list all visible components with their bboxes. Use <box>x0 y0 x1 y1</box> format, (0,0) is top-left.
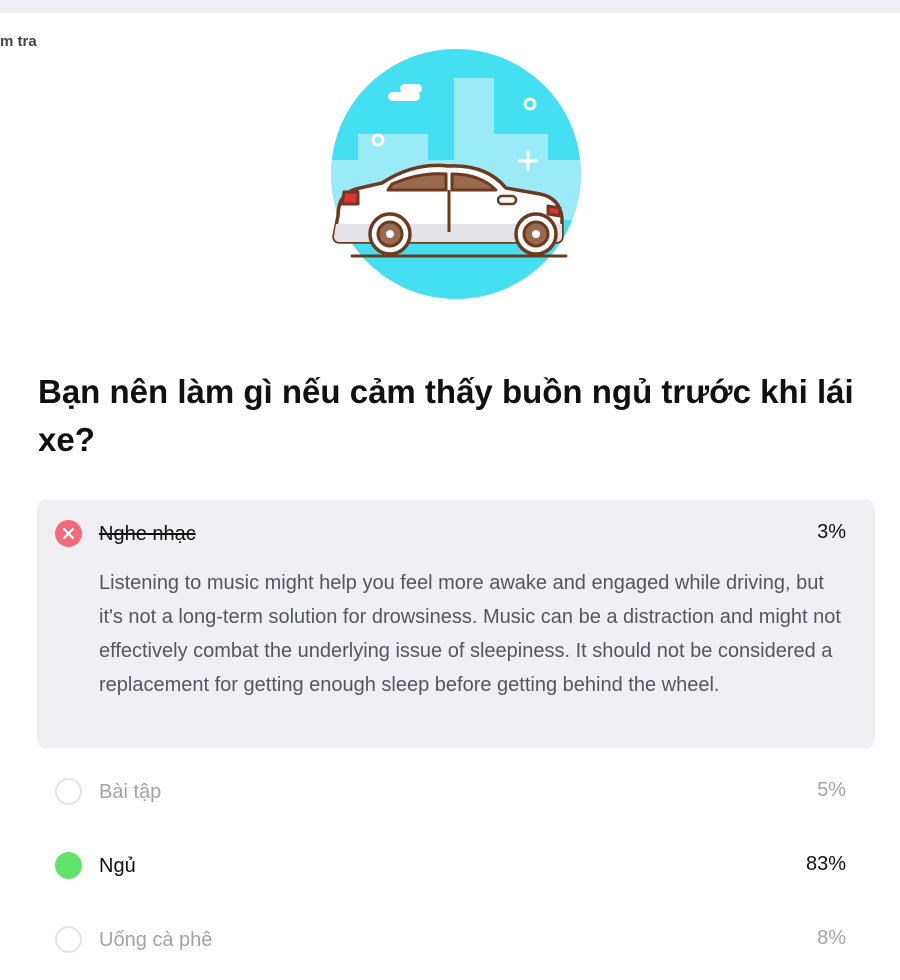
option-percent: 83% <box>805 853 846 875</box>
option-percent: 5% <box>817 779 846 801</box>
answer-option-correct[interactable]: Ngủ 83% <box>55 850 850 880</box>
option-label: Bài tập <box>99 781 162 803</box>
option-percent: 8% <box>817 927 846 949</box>
breadcrumb: m tra <box>0 33 37 50</box>
option-percent: 3% <box>817 521 846 543</box>
top-bar <box>0 0 900 13</box>
question-title: Bạn nên làm gì nếu cảm thấy buồn ngủ trư… <box>38 373 854 458</box>
answer-option[interactable]: Uống cà phê 8% <box>55 924 850 954</box>
correct-answer-icon <box>55 852 82 879</box>
radio-unselected-icon <box>55 778 82 805</box>
answer-explanation: Listening to music might help you feel m… <box>99 572 841 696</box>
option-label: Uống cà phê <box>99 929 213 951</box>
answer-option-selected[interactable]: Nghe nhạc 3% <box>55 518 850 548</box>
answer-option[interactable]: Bài tập 5% <box>55 776 850 806</box>
radio-unselected-icon <box>55 926 82 953</box>
car-illustration <box>330 48 582 300</box>
option-label: Ngủ <box>99 855 136 877</box>
option-label: Nghe nhạc <box>99 523 196 545</box>
wrong-answer-icon <box>55 520 82 547</box>
